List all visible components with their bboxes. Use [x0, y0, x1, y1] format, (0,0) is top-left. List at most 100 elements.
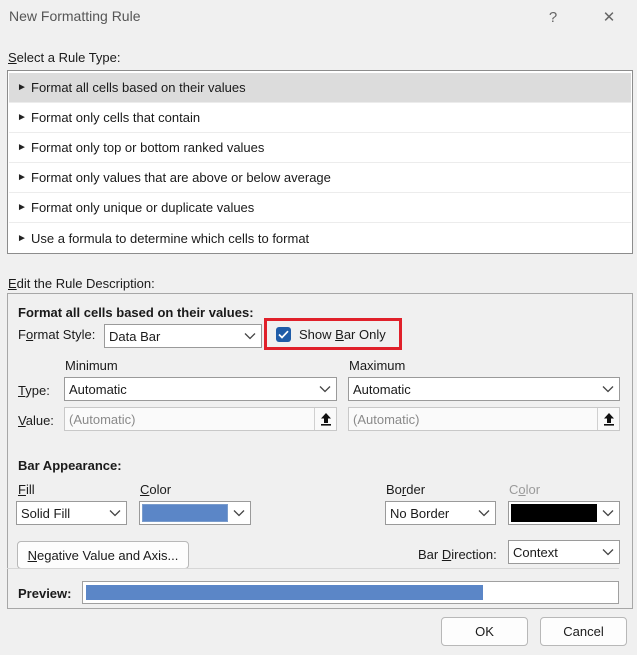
rule-type-heading-accesskey: S: [8, 50, 17, 65]
format-style-label: Format Style:: [18, 327, 95, 342]
show-bar-only-label: Show Bar Only: [299, 327, 386, 342]
title-bar: New Formatting Rule ? ✕: [0, 0, 637, 34]
border-label: Border: [386, 482, 425, 497]
border-color-label-a: C: [509, 482, 519, 497]
rule-item-4[interactable]: ► Format only unique or duplicate values: [9, 193, 631, 223]
help-icon[interactable]: ?: [538, 4, 568, 30]
negative-value-axis-label: Negative Value and Axis...: [28, 548, 179, 563]
bar-appearance-heading: Bar Appearance:: [18, 458, 122, 473]
fill-select[interactable]: Solid Fill: [16, 501, 127, 525]
border-value: No Border: [390, 505, 450, 521]
type-label: Type:: [18, 383, 50, 398]
fill-label-rest: ill: [25, 482, 35, 497]
chevron-down-icon: [597, 502, 619, 524]
chevron-down-icon: [473, 502, 495, 524]
minimum-header: Minimum: [65, 358, 118, 373]
bar-direction-value: Context: [513, 544, 558, 560]
preview-label: Preview:: [18, 586, 72, 601]
negative-value-axis-button[interactable]: Negative Value and Axis...: [17, 541, 189, 569]
preview-box: [82, 581, 619, 604]
arrow-right-icon: ►: [17, 202, 27, 213]
fill-color-label-accesskey: C: [140, 482, 150, 497]
bar-direction-label: Bar Direction:: [418, 547, 497, 562]
bar-direction-select[interactable]: Context: [508, 540, 620, 564]
arrow-right-icon: ►: [17, 112, 27, 123]
show-bar-only-label-accesskey: B: [335, 327, 344, 342]
fill-label: Fill: [18, 482, 35, 497]
checkmark-icon: [276, 327, 291, 342]
border-label-a: Bo: [386, 482, 402, 497]
format-style-value: Data Bar: [109, 328, 161, 344]
rule-item-label: Format only values that are above or bel…: [31, 170, 331, 185]
collapse-dialog-icon[interactable]: [597, 408, 619, 430]
rule-item-2[interactable]: ► Format only top or bottom ranked value…: [9, 133, 631, 163]
min-value-input[interactable]: (Automatic): [64, 407, 337, 431]
show-bar-only-label-a: Show: [299, 327, 336, 342]
rule-type-heading-rest: elect a Rule Type:: [16, 50, 121, 65]
show-bar-only-checkbox[interactable]: Show Bar Only: [276, 327, 386, 342]
arrow-right-icon: ►: [17, 142, 27, 153]
negative-value-axis-rest: egative Value and Axis...: [36, 547, 179, 563]
border-color-picker[interactable]: [508, 501, 620, 525]
rule-item-1[interactable]: ► Format only cells that contain: [9, 103, 631, 133]
format-style-select[interactable]: Data Bar: [104, 324, 262, 348]
preview-separator: [7, 568, 619, 569]
bar-direction-label-rest: irection:: [451, 547, 497, 562]
format-style-label-rest: rmat Style:: [33, 327, 96, 342]
format-style-label-a: F: [18, 327, 26, 342]
fill-value: Solid Fill: [21, 505, 71, 521]
bar-direction-label-a: Bar: [418, 547, 442, 562]
maximum-header: Maximum: [349, 358, 406, 373]
border-select[interactable]: No Border: [385, 501, 496, 525]
fill-color-picker[interactable]: [139, 501, 251, 525]
dialog-title: New Formatting Rule: [9, 8, 141, 24]
group-title: Format all cells based on their values:: [18, 305, 254, 320]
max-value-placeholder: (Automatic): [353, 411, 420, 427]
close-icon[interactable]: ✕: [594, 4, 624, 30]
value-label-accesskey: V: [18, 413, 26, 428]
chevron-down-icon: [314, 378, 336, 400]
rule-item-0[interactable]: ► Format all cells based on their values: [9, 73, 631, 103]
rule-item-label: Format only top or bottom ranked values: [31, 140, 265, 155]
preview-data-bar: [86, 585, 483, 600]
max-type-select[interactable]: Automatic: [348, 377, 620, 401]
rule-item-3[interactable]: ► Format only values that are above or b…: [9, 163, 631, 193]
arrow-right-icon: ►: [17, 172, 27, 183]
ok-button[interactable]: OK: [441, 617, 528, 646]
arrow-right-icon: ►: [17, 82, 27, 93]
fill-label-accesskey: F: [18, 482, 26, 497]
collapse-dialog-icon[interactable]: [314, 408, 336, 430]
border-label-rest: der: [406, 482, 426, 497]
chevron-down-icon: [228, 502, 250, 524]
chevron-down-icon: [239, 325, 261, 347]
border-color-label-accesskey: o: [518, 482, 526, 497]
rule-item-label: Format all cells based on their values: [31, 80, 246, 95]
max-value-input[interactable]: (Automatic): [348, 407, 620, 431]
negative-value-axis-accesskey: N: [27, 547, 37, 563]
value-label-rest: alue:: [25, 413, 54, 428]
rule-item-label: Use a formula to determine which cells t…: [31, 230, 310, 246]
fill-color-swatch: [142, 504, 228, 522]
chevron-down-icon: [597, 541, 619, 563]
min-type-value: Automatic: [69, 381, 127, 397]
fill-color-label-rest: olor: [149, 482, 172, 497]
bar-direction-label-accesskey: D: [441, 547, 452, 562]
border-color-label: Color: [509, 482, 540, 497]
border-color-swatch: [511, 504, 597, 522]
border-color-label-rest: lor: [525, 482, 541, 497]
value-label: Value:: [18, 413, 54, 428]
show-bar-only-label-rest: ar Only: [343, 327, 386, 342]
description-heading: Edit the Rule Description:: [8, 276, 155, 291]
cancel-button[interactable]: Cancel: [540, 617, 627, 646]
max-type-value: Automatic: [353, 381, 411, 397]
rule-item-5[interactable]: ► Use a formula to determine which cells…: [9, 223, 631, 253]
description-heading-accesskey: E: [8, 276, 17, 291]
min-type-select[interactable]: Automatic: [64, 377, 337, 401]
chevron-down-icon: [597, 378, 619, 400]
rule-type-list[interactable]: ► Format all cells based on their values…: [7, 70, 633, 254]
arrow-right-icon: ►: [17, 232, 27, 244]
fill-color-label: Color: [140, 482, 171, 497]
type-label-rest: ype:: [25, 383, 50, 398]
rule-item-label: Format only cells that contain: [31, 110, 201, 125]
min-value-placeholder: (Automatic): [69, 411, 136, 427]
